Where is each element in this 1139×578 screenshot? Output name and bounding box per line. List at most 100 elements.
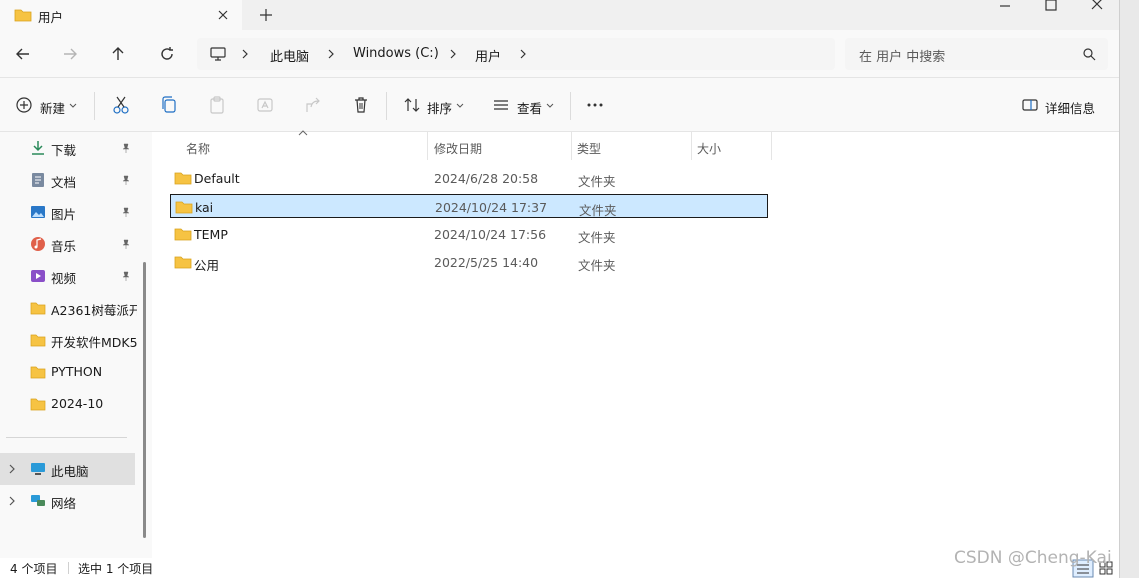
download-icon bbox=[32, 141, 44, 155]
list-item[interactable]: TEMP 2024/10/24 17:56 文件夹 bbox=[170, 222, 768, 246]
pictures-icon bbox=[31, 206, 45, 218]
chevron-right-icon[interactable] bbox=[8, 464, 16, 474]
pin-icon[interactable] bbox=[121, 143, 131, 153]
copy-icon[interactable] bbox=[160, 95, 178, 115]
nav-item-videos[interactable]: 视频 bbox=[0, 260, 135, 292]
pin-icon[interactable] bbox=[121, 271, 131, 281]
rename-icon[interactable] bbox=[256, 95, 274, 115]
list-item[interactable]: Default 2024/6/28 20:58 文件夹 bbox=[170, 166, 768, 190]
minimize-icon[interactable] bbox=[994, 0, 1016, 14]
file-type: 文件夹 bbox=[579, 203, 617, 218]
tab-users[interactable]: 用户 bbox=[0, 0, 242, 30]
folder-icon bbox=[30, 366, 46, 379]
computer-icon bbox=[210, 47, 226, 61]
address-bar[interactable]: 此电脑 Windows (C:) 用户 bbox=[197, 38, 835, 70]
more-options-icon[interactable] bbox=[585, 95, 605, 115]
chevron-right-icon[interactable] bbox=[240, 46, 250, 62]
nav-item-folder[interactable]: 开发软件MDK5 bbox=[0, 324, 137, 356]
column-header-size[interactable]: 大小 bbox=[691, 132, 771, 160]
chevron-right-icon[interactable] bbox=[448, 46, 458, 62]
chevron-down-icon[interactable] bbox=[455, 95, 465, 115]
file-date: 2022/5/25 14:40 bbox=[434, 255, 539, 270]
chevron-right-icon[interactable] bbox=[8, 496, 16, 506]
new-tab-icon[interactable] bbox=[257, 6, 275, 24]
breadcrumb-drive-c[interactable]: Windows (C:) bbox=[353, 46, 439, 61]
pin-icon[interactable] bbox=[121, 207, 131, 217]
file-type: 文件夹 bbox=[578, 174, 616, 189]
file-date: 2024/6/28 20:58 bbox=[434, 171, 539, 186]
details-button[interactable]: 详细信息 bbox=[1045, 98, 1095, 117]
forward-arrow-icon[interactable] bbox=[60, 44, 80, 64]
folder-icon bbox=[175, 201, 193, 214]
breadcrumb-this-pc[interactable]: 此电脑 bbox=[270, 46, 309, 65]
close-tab-icon[interactable] bbox=[214, 6, 232, 24]
back-arrow-icon[interactable] bbox=[13, 44, 33, 64]
paste-icon[interactable] bbox=[208, 95, 226, 115]
maximize-icon[interactable] bbox=[1040, 0, 1062, 12]
nav-item-music[interactable]: 音乐 bbox=[0, 228, 135, 260]
file-date: 2024/10/24 17:37 bbox=[435, 200, 548, 215]
nav-item-folder[interactable]: PYTHON bbox=[0, 356, 135, 388]
column-label: 名称 bbox=[186, 142, 211, 156]
file-type: 文件夹 bbox=[578, 258, 616, 273]
search-icon[interactable] bbox=[1082, 47, 1096, 61]
new-plus-icon[interactable] bbox=[15, 95, 33, 115]
chevron-right-icon[interactable] bbox=[326, 46, 336, 62]
nav-item-pictures[interactable]: 图片 bbox=[0, 196, 135, 228]
breadcrumb-users[interactable]: 用户 bbox=[475, 46, 501, 65]
file-name: TEMP bbox=[194, 227, 228, 242]
nav-label: 开发软件MDK5 bbox=[51, 335, 137, 350]
nav-item-downloads[interactable]: 下载 bbox=[0, 132, 135, 164]
list-item-selected[interactable]: kai 2024/10/24 17:37 文件夹 bbox=[170, 194, 768, 218]
video-icon bbox=[31, 270, 45, 282]
cut-icon[interactable] bbox=[112, 95, 130, 115]
nav-label: 2024-10 bbox=[51, 396, 104, 411]
details-pane-icon[interactable] bbox=[1021, 95, 1039, 115]
refresh-icon[interactable] bbox=[157, 44, 177, 64]
new-button[interactable]: 新建 bbox=[40, 98, 65, 117]
file-date: 2024/10/24 17:56 bbox=[434, 227, 547, 242]
chevron-down-icon[interactable] bbox=[68, 95, 78, 115]
nav-item-folder[interactable]: A2361树莓派开 bbox=[0, 292, 137, 324]
nav-item-documents[interactable]: 文档 bbox=[0, 164, 135, 196]
status-bar: 4 个项目 选中 1 个项目 bbox=[0, 558, 1119, 578]
list-item[interactable]: 公用 2022/5/25 14:40 文件夹 bbox=[170, 250, 768, 274]
folder-icon bbox=[174, 256, 192, 269]
file-list: 名称 修改日期 类型 大小 Default 2024/6/28 20:58 文件… bbox=[152, 130, 1119, 558]
sort-icon[interactable] bbox=[403, 95, 421, 115]
nav-label: 网络 bbox=[51, 496, 77, 511]
up-arrow-icon[interactable] bbox=[108, 44, 128, 64]
folder-icon bbox=[30, 302, 46, 315]
close-window-icon[interactable] bbox=[1086, 0, 1108, 12]
file-type: 文件夹 bbox=[578, 230, 616, 245]
navigation-pane: 下载 文档 图片 音乐 视频 A2361树莓派开 开发软件MDK5 PYTHON… bbox=[0, 132, 152, 558]
nav-item-network[interactable]: 网络 bbox=[0, 485, 135, 517]
sort-button[interactable]: 排序 bbox=[427, 98, 452, 117]
column-header-type[interactable]: 类型 bbox=[571, 132, 690, 160]
pin-icon[interactable] bbox=[121, 175, 131, 185]
address-row: 此电脑 Windows (C:) 用户 在 用户 中搜索 bbox=[0, 30, 1119, 78]
item-count: 4 个项目 bbox=[10, 562, 58, 576]
folder-icon bbox=[30, 398, 46, 411]
share-icon[interactable] bbox=[304, 95, 322, 115]
nav-item-folder[interactable]: 2024-10 bbox=[0, 388, 135, 420]
view-button[interactable]: 查看 bbox=[517, 98, 542, 117]
nav-divider bbox=[6, 437, 127, 438]
column-header-date[interactable]: 修改日期 bbox=[428, 132, 570, 160]
network-icon bbox=[31, 495, 45, 506]
view-icon[interactable] bbox=[492, 95, 510, 115]
nav-item-this-pc[interactable]: 此电脑 bbox=[0, 453, 135, 485]
chevron-down-icon[interactable] bbox=[545, 95, 555, 115]
nav-scrollbar[interactable] bbox=[143, 262, 146, 538]
file-name: kai bbox=[195, 200, 214, 215]
folder-icon bbox=[30, 334, 46, 347]
column-header-name[interactable]: 名称 bbox=[180, 132, 426, 160]
tab-strip: 用户 bbox=[0, 0, 1119, 30]
delete-icon[interactable] bbox=[352, 95, 370, 115]
pin-icon[interactable] bbox=[121, 239, 131, 249]
search-box[interactable]: 在 用户 中搜索 bbox=[845, 38, 1108, 70]
divider bbox=[94, 92, 95, 120]
column-divider[interactable] bbox=[771, 132, 772, 160]
divider bbox=[386, 92, 387, 120]
chevron-right-icon[interactable] bbox=[518, 46, 528, 62]
